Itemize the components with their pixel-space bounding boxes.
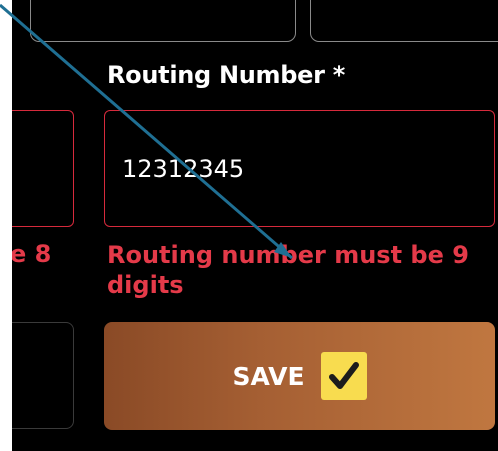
account-form-panel: Routing Number * 12312345 e 8 Routing nu…: [12, 0, 498, 451]
routing-number-error: Routing number must be 9 digits: [107, 241, 469, 299]
routing-number-label: Routing Number *: [107, 61, 345, 89]
save-label: SAVE: [232, 361, 305, 391]
cancel-button-fragment[interactable]: [12, 322, 74, 429]
top-input-field-left[interactable]: [30, 0, 296, 42]
routing-number-input[interactable]: 12312345: [104, 110, 495, 227]
top-input-field-right[interactable]: [310, 0, 498, 42]
checkmark-icon: [320, 352, 367, 400]
save-button[interactable]: SAVE: [104, 322, 495, 430]
account-number-error: e 8: [12, 240, 52, 268]
account-number-field[interactable]: [12, 110, 74, 227]
